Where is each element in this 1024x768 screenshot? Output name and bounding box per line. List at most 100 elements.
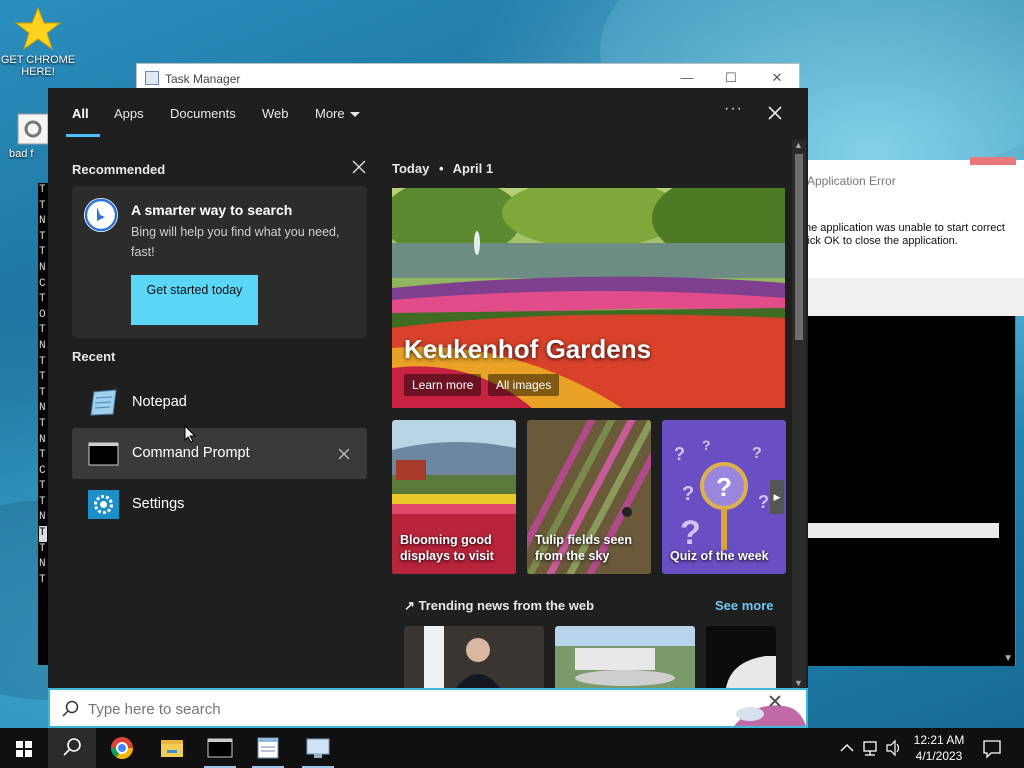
network-icon: [863, 741, 877, 756]
svg-text:?: ?: [682, 483, 694, 505]
tab-documents[interactable]: Documents: [170, 106, 236, 121]
search-input[interactable]: [88, 699, 688, 719]
taskbar-remote-desktop[interactable]: [294, 728, 342, 768]
console-line: T: [39, 526, 47, 542]
mouse-cursor-icon: [184, 425, 196, 443]
recent-item-label: Settings: [132, 496, 185, 512]
more-options-button[interactable]: ···: [724, 100, 743, 118]
news-card[interactable]: [404, 626, 544, 688]
today-date: April 1: [452, 161, 494, 176]
search-icon: [62, 700, 79, 717]
notifications-button[interactable]: [980, 728, 1004, 768]
desktop-icon-get-chrome[interactable]: GET CHROME HERE!: [0, 6, 76, 78]
close-icon[interactable]: [764, 102, 786, 124]
trending-title: ↗ Trending news from the web: [404, 598, 594, 614]
learn-more-link[interactable]: Learn more: [404, 374, 482, 396]
chrome-icon: [111, 737, 133, 759]
recent-item-command-prompt[interactable]: Command Prompt: [72, 428, 367, 479]
chevron-right-icon[interactable]: ▶: [770, 480, 784, 514]
trending-label: Trending news from the web: [418, 598, 595, 613]
notepad-icon: [90, 389, 117, 416]
notification-icon: [983, 740, 1001, 759]
svg-text:?: ?: [680, 514, 701, 552]
taskbar-notepad[interactable]: [244, 728, 292, 768]
command-prompt-icon: [88, 442, 119, 466]
tile-quiz[interactable]: ? ? ? ? ? ? ? Quiz of the week: [662, 420, 786, 574]
svg-text:?: ?: [752, 445, 762, 462]
volume-button[interactable]: [884, 728, 904, 768]
recent-title: Recent: [72, 349, 116, 364]
see-more-link[interactable]: See more: [715, 598, 774, 613]
hero-title: Keukenhof Gardens: [404, 334, 652, 364]
recent-item-label: Notepad: [132, 394, 187, 410]
tab-more-label: More: [315, 106, 345, 121]
tile-label: Quiz of the week: [670, 549, 769, 563]
tile-label: Tulip fields seen from the sky: [535, 533, 633, 563]
scroll-thumb[interactable]: [795, 154, 803, 340]
application-error-dialog[interactable]: Application Error he application was una…: [780, 157, 1024, 316]
clock-time: 12:21 AM: [913, 733, 965, 747]
recent-item-notepad[interactable]: Notepad: [72, 377, 367, 428]
svg-text:?: ?: [702, 437, 711, 453]
tab-web[interactable]: Web: [262, 106, 289, 121]
scroll-up-icon[interactable]: ▲: [794, 140, 803, 150]
command-prompt-icon: [207, 738, 233, 758]
maximize-button[interactable]: ☐: [721, 68, 741, 88]
chevron-up-icon: [840, 744, 854, 752]
taskbar: 12:21 AM 4/1/2023: [0, 728, 1024, 768]
news-card[interactable]: [555, 626, 695, 688]
taskbar-search-button[interactable]: [48, 728, 96, 768]
taskbar-file-explorer[interactable]: [148, 728, 196, 768]
recent-item-settings[interactable]: Settings: [72, 479, 367, 530]
star-icon: [15, 6, 61, 51]
console-window-right[interactable]: ▼: [808, 316, 1016, 666]
svg-text:?: ?: [716, 472, 732, 502]
taskbar-chrome[interactable]: [98, 728, 146, 768]
desktop-icon-label: GET CHROME HERE!: [0, 54, 76, 78]
card-heading: A smarter way to search: [131, 202, 293, 218]
search-icon: [63, 738, 81, 756]
tile-tulip-fields[interactable]: Tulip fields seen from the sky: [527, 420, 651, 574]
close-icon[interactable]: [352, 160, 366, 174]
scroll-down-icon[interactable]: ▼: [794, 678, 803, 688]
all-images-link[interactable]: All images: [488, 374, 560, 396]
active-tab-indicator: [66, 134, 100, 137]
get-started-button[interactable]: Get started today: [131, 275, 258, 325]
tab-all[interactable]: All: [72, 106, 89, 121]
clock[interactable]: 12:21 AM 4/1/2023: [904, 732, 974, 764]
search-box: [48, 688, 808, 728]
news-card[interactable]: [706, 626, 776, 688]
tab-apps[interactable]: Apps: [114, 106, 144, 121]
speaker-icon: [886, 739, 900, 757]
remote-desktop-icon: [306, 738, 330, 758]
today-label: Today: [392, 161, 430, 176]
tile-label: Blooming good displays to visit: [400, 533, 494, 563]
search-tabs: All Apps Documents Web More ···: [48, 88, 808, 140]
console-selection-bar: [808, 523, 999, 538]
file-explorer-icon: [161, 740, 183, 757]
search-highlight-illustration: [734, 695, 806, 726]
today-separator: •: [438, 161, 444, 176]
svg-text:?: ?: [674, 444, 685, 464]
dialog-close-button[interactable]: [970, 157, 1016, 165]
taskbar-command-prompt[interactable]: [196, 728, 244, 768]
remove-icon[interactable]: [338, 448, 350, 460]
show-hidden-icons-button[interactable]: [836, 728, 858, 768]
minimize-button[interactable]: —: [677, 68, 697, 88]
tile-blooming[interactable]: Blooming good displays to visit: [392, 420, 516, 574]
scroll-down-icon[interactable]: ▼: [1003, 653, 1013, 664]
tab-more[interactable]: More: [315, 106, 360, 121]
panel-scrollbar[interactable]: ▲ ▼: [792, 140, 806, 688]
start-button[interactable]: [0, 728, 48, 768]
hero-image-card[interactable]: Keukenhof Gardens Learn more All images: [392, 188, 785, 408]
search-panel: All Apps Documents Web More ··· Recommen…: [48, 88, 808, 688]
chevron-down-icon: [349, 112, 360, 118]
card-body: Bing will help you find what you need, f…: [131, 225, 340, 259]
dialog-title: Application Error: [807, 174, 896, 188]
close-button[interactable]: ✕: [767, 68, 787, 88]
network-button[interactable]: [860, 728, 884, 768]
notepad-icon: [257, 737, 279, 759]
settings-gear-icon: [88, 490, 119, 519]
recent-item-label: Command Prompt: [132, 445, 250, 461]
news-image: [555, 626, 695, 688]
